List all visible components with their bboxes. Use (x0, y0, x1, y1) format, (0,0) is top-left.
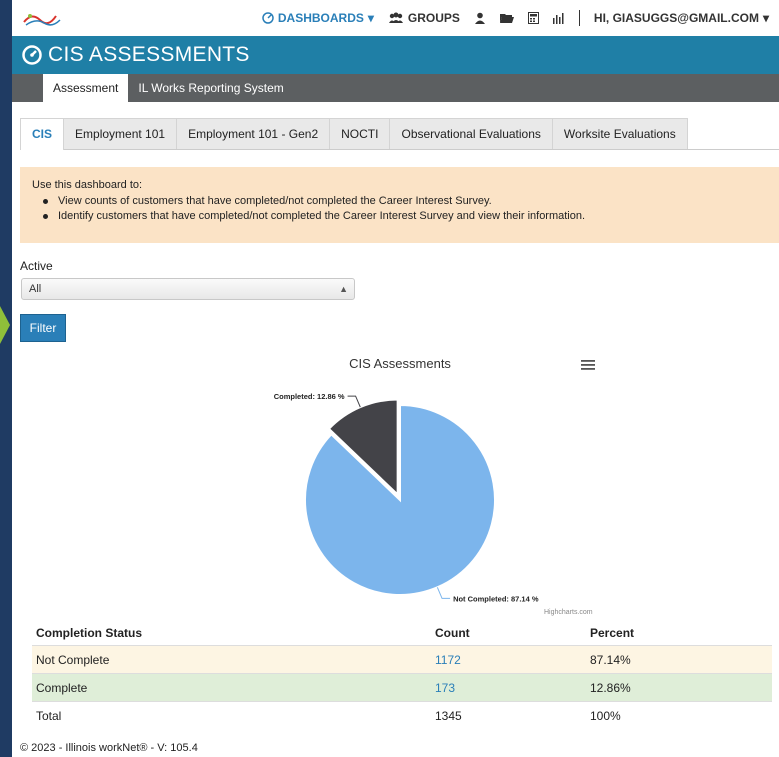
tab-employment-101-gen2[interactable]: Employment 101 - Gen2 (176, 118, 331, 149)
sub-nav: Assessment IL Works Reporting System (12, 74, 779, 102)
header-percent: Percent (590, 626, 635, 640)
pie-data-label: Not Completed: 87.14 % (453, 594, 539, 603)
active-select-value: All (29, 283, 42, 295)
tab-observational-evaluations[interactable]: Observational Evaluations (389, 118, 553, 149)
active-filter-label: Active (20, 259, 53, 273)
page-header: CIS ASSESSMENTS (12, 36, 779, 74)
chevron-down-icon: ▾ (762, 11, 769, 25)
account-menu[interactable]: HI, GIASUGGS@GMAIL.COM ▾ (594, 11, 769, 25)
left-edge (0, 0, 12, 757)
cell-status: Complete (36, 681, 88, 695)
pie-chart: Not Completed: 87.14 % Completed: 12.86 % (274, 392, 539, 603)
info-bullet: Identify customers that have completed/n… (32, 209, 767, 224)
chart-title: CIS Assessments (349, 356, 451, 371)
chevron-down-icon: ▾ (367, 11, 374, 25)
cell-percent: 87.14% (590, 653, 631, 667)
subnav-item-reporting[interactable]: IL Works Reporting System (128, 74, 293, 102)
tab-nocti[interactable]: NOCTI (329, 118, 391, 149)
header-count: Count (435, 626, 470, 640)
dashboards-label: DASHBOARDS (277, 11, 364, 25)
tab-employment-101[interactable]: Employment 101 (63, 118, 178, 149)
dashboards-menu[interactable]: DASHBOARDS ▾ (262, 11, 374, 25)
pie-connector (436, 587, 451, 599)
top-nav: DASHBOARDS ▾ GROUPS HI, GIASUGGS@GMAIL.C… (262, 0, 769, 36)
logo-icon[interactable] (20, 8, 66, 30)
cell-count: 1345 (435, 709, 462, 723)
subnav-item-assessment[interactable]: Assessment (43, 74, 129, 102)
header-status: Completion Status (36, 626, 143, 640)
groups-label: GROUPS (407, 11, 460, 25)
cell-percent: 12.86% (590, 681, 631, 695)
chart-menu-icon[interactable] (581, 359, 595, 371)
speedometer-icon (22, 45, 42, 65)
page: DASHBOARDS ▾ GROUPS HI, GIASUGGS@GMAIL.C… (12, 0, 779, 757)
cell-percent: 100% (590, 709, 621, 723)
cell-count-link[interactable]: 1172 (435, 646, 461, 674)
cell-status: Total (36, 709, 62, 723)
top-bar: DASHBOARDS ▾ GROUPS HI, GIASUGGS@GMAIL.C… (12, 0, 779, 36)
info-intro: Use this dashboard to: (32, 179, 143, 191)
assessment-tabs: CIS Employment 101 Employment 101 - Gen2… (20, 118, 779, 150)
calculator-icon[interactable] (527, 12, 539, 24)
user-icon[interactable] (474, 12, 486, 24)
footer: © 2023 - Illinois workNet® - V: 105.4 (20, 742, 198, 754)
tab-worksite-evaluations[interactable]: Worksite Evaluations (551, 118, 688, 149)
select-arrows-icon: ▲ (339, 284, 348, 294)
filter-button[interactable]: Filter (20, 314, 66, 342)
groups-icon (388, 12, 403, 23)
table-row: Not Complete 1172 87.14% (32, 646, 772, 674)
cell-count-link[interactable]: 173 (435, 674, 455, 702)
pie-connector (347, 395, 361, 408)
info-box: Use this dashboard to: View counts of cu… (20, 167, 779, 243)
dashboard-icon (262, 12, 274, 24)
groups-menu[interactable]: GROUPS (388, 11, 460, 25)
info-bullet: View counts of customers that have compl… (32, 194, 767, 209)
page-title: CIS ASSESSMENTS (48, 43, 250, 66)
greeting-label: HI, GIASUGGS@GMAIL.COM (593, 11, 759, 25)
folder-open-icon[interactable] (499, 12, 514, 24)
pie-data-label: Completed: 12.86 % (274, 392, 345, 401)
info-list: View counts of customers that have compl… (32, 194, 767, 224)
table-row: Complete 173 12.86% (32, 674, 772, 702)
completion-table: Completion Status Count Percent Not Comp… (32, 619, 772, 730)
tab-cis[interactable]: CIS (20, 118, 65, 150)
chart-credits[interactable]: Highcharts.com (544, 609, 593, 616)
nav-divider (578, 10, 580, 26)
table-header-row: Completion Status Count Percent (32, 619, 772, 646)
active-select[interactable]: All ▲ (21, 278, 355, 300)
cell-status: Not Complete (36, 653, 110, 667)
table-row-total: Total 1345 100% (32, 702, 772, 730)
bar-chart-icon[interactable] (552, 12, 565, 24)
